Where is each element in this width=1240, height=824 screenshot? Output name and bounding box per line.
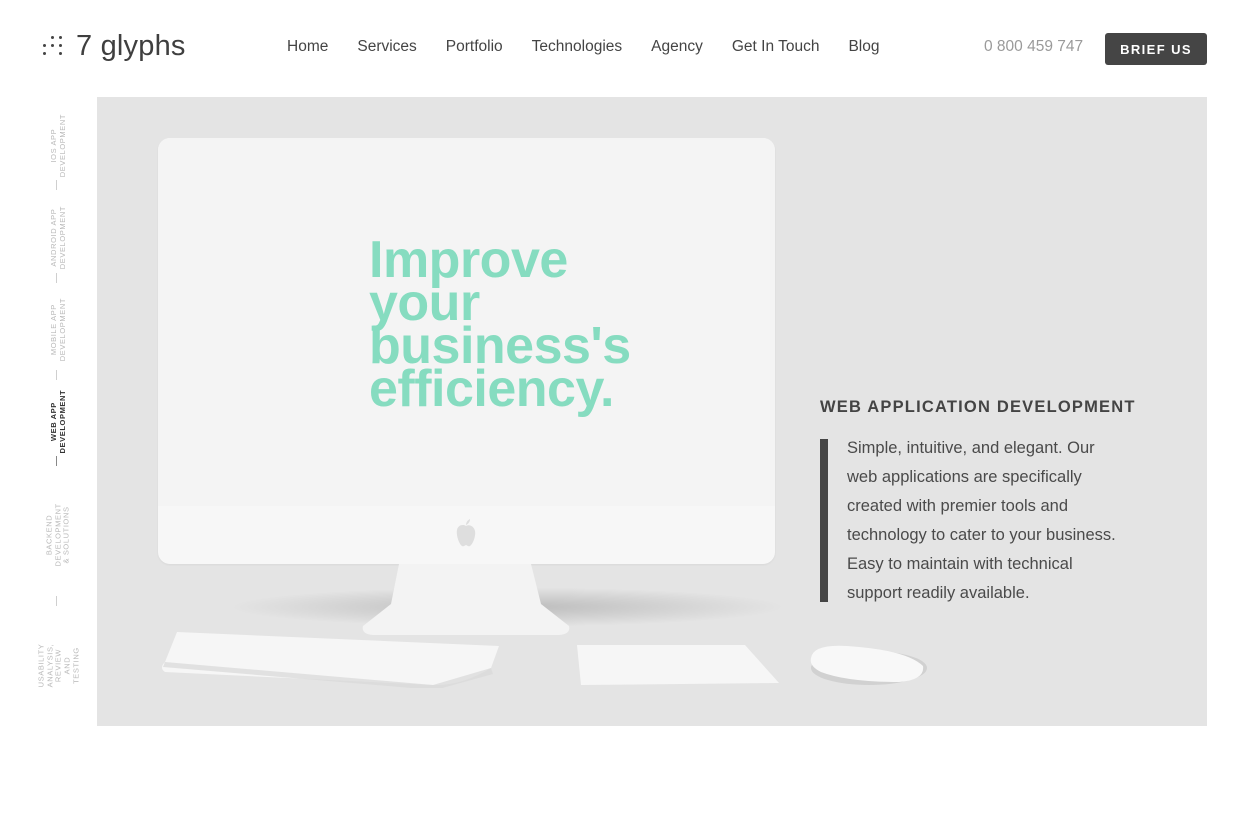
nav-item-home[interactable]: Home [287,38,328,56]
side-item-label: Backend Development & Solutions [45,503,72,567]
hero-headline-line: efficiency. [369,360,614,418]
side-item-label: Mobile App Development [49,298,67,362]
trackpad-illustration [577,645,779,685]
brand-name: 7 glyphs [76,29,186,62]
nav-item-services[interactable]: Services [357,38,416,56]
hero-panel: Improve your business's efficiency. WEB … [97,97,1207,726]
side-item-label: Web App Development [49,390,67,454]
brand-logo[interactable]: 7 glyphs [42,28,186,64]
main-nav: Home Services Portfolio Technologies Age… [287,38,909,56]
phone-number[interactable]: 0 800 459 747 [984,38,1083,56]
side-item-label: Usability Analysis, Review and Testing [36,644,80,688]
dots-logo-icon [42,35,64,57]
side-item-android[interactable]: Android App Development [44,196,74,280]
side-divider [56,273,57,283]
nav-item-portfolio[interactable]: Portfolio [446,38,503,56]
service-description-line: web applications are specifically [847,468,1082,486]
side-item-label: Android App Development [49,206,67,270]
service-description: Simple, intuitive, and elegant. Our web … [847,434,1147,608]
service-description-line: technology to cater to your business. [847,526,1116,544]
side-item-web-app[interactable]: Web App Development [44,380,74,464]
side-divider [56,596,57,606]
nav-item-technologies[interactable]: Technologies [532,38,622,56]
side-item-backend[interactable]: Backend Development & Solutions [44,480,74,590]
keyboard-illustration [162,632,499,688]
imac-stand [362,564,570,635]
brief-us-button[interactable]: BRIEF US [1105,33,1207,65]
side-divider [56,180,57,190]
nav-item-blog[interactable]: Blog [848,38,879,56]
side-item-usability[interactable]: Usability Analysis, Review and Testing [36,618,80,714]
hero-headline: Improve your business's efficiency. [369,234,631,418]
service-description-line: created with premier tools and [847,497,1069,515]
apple-logo-icon [456,519,476,547]
side-item-label: iOS App Development [49,114,68,178]
side-divider [56,456,57,466]
side-item-mobile[interactable]: Mobile App Development [44,288,74,372]
service-description-line: Simple, intuitive, and elegant. Our [847,439,1095,457]
service-side-nav: iOS App Development Android App Developm… [36,100,80,720]
nav-item-agency[interactable]: Agency [651,38,703,56]
nav-item-get-in-touch[interactable]: Get In Touch [732,38,820,56]
side-item-ios[interactable]: iOS App Development [44,104,74,188]
quote-bar [820,439,828,602]
service-description-line: support readily available. [847,584,1030,602]
mouse-illustration [810,645,927,685]
service-title: WEB APPLICATION DEVELOPMENT [820,398,1136,416]
side-divider [56,370,57,380]
service-description-line: Easy to maintain with technical [847,555,1073,573]
